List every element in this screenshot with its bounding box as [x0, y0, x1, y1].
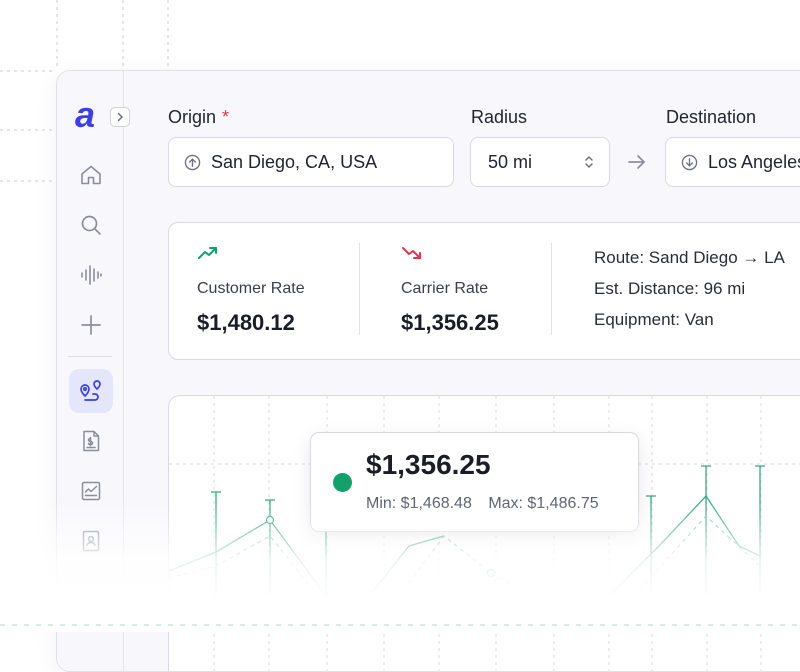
- plus-icon: [81, 315, 101, 335]
- carrier-rate-label: Carrier Rate: [401, 280, 489, 297]
- chevron-updown-icon: [585, 156, 593, 168]
- app-logo[interactable]: a: [75, 97, 95, 133]
- arrow-up-circle-icon: [184, 154, 201, 171]
- sidebar-item-home[interactable]: [69, 153, 113, 197]
- sidebar-divider: [68, 356, 112, 357]
- waveform-icon: [81, 265, 102, 285]
- chart-tooltip: $1,356.25 Min: $1,468.48 Max: $1,486.75: [310, 432, 639, 532]
- origin-label-text: Origin: [168, 107, 217, 127]
- origin-value: San Diego, CA, USA: [211, 151, 378, 172]
- average-line: [169, 535, 327, 607]
- origin-input[interactable]: San Diego, CA, USA: [168, 137, 454, 187]
- rate-line: [368, 535, 445, 597]
- app-window: a Origin * San Diego, CA, USA Radius 50 …: [56, 70, 800, 672]
- trend-up-icon: [198, 247, 217, 259]
- sidebar-item-contacts[interactable]: [69, 519, 113, 563]
- rate-point: [265, 515, 275, 525]
- sidebar-item-waveform[interactable]: [69, 253, 113, 297]
- arrow-right-icon: [628, 155, 645, 169]
- route-pin-icon: [80, 380, 101, 401]
- sidebar-item-invoices[interactable]: [69, 419, 113, 463]
- rate-line: [169, 519, 327, 597]
- sidebar-expand-button[interactable]: [110, 107, 130, 127]
- search-icon: [81, 215, 101, 235]
- tooltip-range: Min: $1,468.48 Max: $1,486.75: [366, 495, 599, 513]
- required-marker: *: [222, 107, 230, 127]
- invoice-icon: [83, 430, 100, 452]
- route-info: Route: Sand Diego → LA: [594, 248, 785, 267]
- sidebar-item-search[interactable]: [69, 203, 113, 247]
- sidebar-item-add[interactable]: [69, 303, 113, 347]
- radius-value: 50 mi: [488, 151, 533, 172]
- radius-label: Radius: [471, 107, 528, 127]
- destination-label: Destination: [666, 107, 757, 127]
- distance-info: Est. Distance: 96 mi: [594, 279, 746, 298]
- series-color-dot: [333, 473, 352, 492]
- trend-down-icon: [402, 247, 421, 259]
- rates-card: Customer Rate $1,480.12 Carrier Rate $1,…: [168, 222, 800, 360]
- contact-book-icon: [82, 530, 100, 552]
- arrow-down-circle-icon: [681, 154, 698, 171]
- average-line: [398, 535, 540, 602]
- sidebar-item-reports[interactable]: [69, 469, 113, 513]
- main-content: Origin * San Diego, CA, USA Radius 50 mi …: [168, 71, 800, 671]
- customer-rate-value: $1,480.12: [197, 310, 295, 335]
- tooltip-max: Max: $1,486.75: [488, 495, 599, 512]
- home-icon: [81, 165, 101, 185]
- origin-label: Origin *: [168, 107, 229, 128]
- chevron-right-icon: [117, 112, 123, 122]
- rates-divider: [551, 243, 552, 335]
- sidebar-item-routes[interactable]: [69, 369, 113, 413]
- carrier-rate-value: $1,356.25: [401, 310, 499, 335]
- chart-report-icon: [81, 481, 101, 501]
- sidebar: a: [57, 71, 130, 671]
- rates-divider: [359, 243, 360, 335]
- tooltip-min: Min: $1,468.48: [366, 495, 472, 512]
- bottom-dashed-decoration: [0, 624, 800, 626]
- destination-value: Los Angeles: [708, 151, 800, 172]
- customer-rate-label: Customer Rate: [197, 280, 305, 297]
- equipment-info: Equipment: Van: [594, 310, 714, 329]
- radius-select[interactable]: 50 mi: [470, 137, 610, 187]
- tooltip-value: $1,356.25: [366, 449, 491, 480]
- destination-input[interactable]: Los Angeles: [665, 137, 800, 187]
- average-line: [628, 515, 761, 602]
